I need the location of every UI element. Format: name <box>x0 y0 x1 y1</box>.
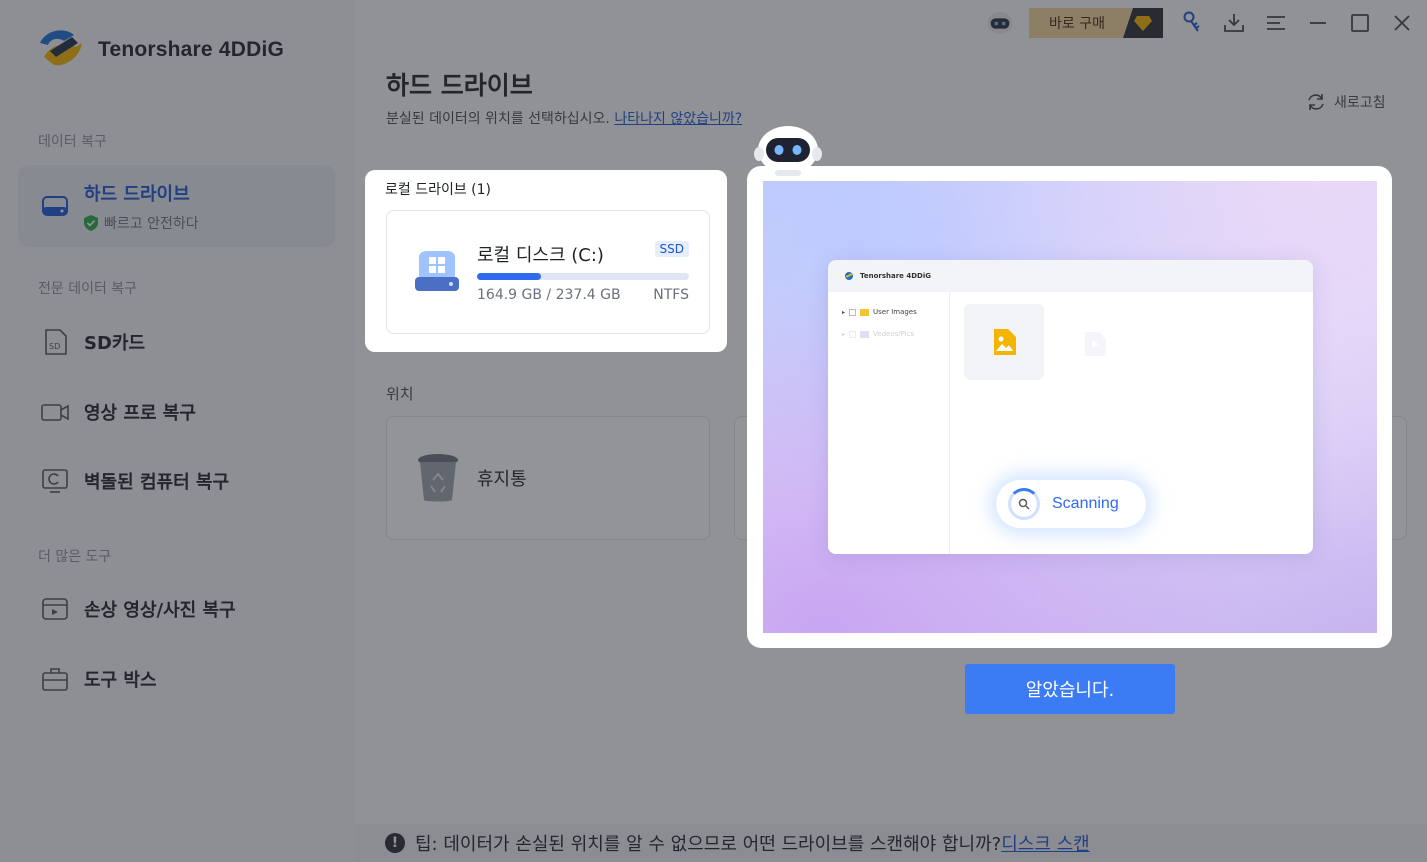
drive-usage-fill <box>477 273 541 280</box>
local-drives-highlight: 로컬 드라이브 (1) 로컬 디스크 (C:) SSD 164.9 GB / 2… <box>365 170 727 352</box>
local-disk-c-card[interactable]: 로컬 디스크 (C:) SSD 164.9 GB / 237.4 GB NTFS <box>386 210 710 334</box>
folder-icon <box>860 330 870 338</box>
scanning-text: Scanning <box>1052 495 1119 512</box>
local-drives-label: 로컬 드라이브 (1) <box>385 182 492 198</box>
drive-filesystem: NTFS <box>653 287 689 303</box>
mock-folder-row: ▸ User Images <box>842 308 917 316</box>
checkbox-icon <box>849 330 857 338</box>
robot-mascot-icon <box>754 126 822 176</box>
guide-illustration: Tenorshare 4DDiG ▸ User Images ▸ Vedeos/… <box>763 181 1377 633</box>
mock-folder-row: ▸ Vedeos/Pics <box>842 330 915 338</box>
mock-logo-icon <box>845 272 853 280</box>
scanning-indicator: Scanning <box>996 480 1146 528</box>
ssd-badge: SSD <box>654 241 689 257</box>
drive-size: 164.9 GB / 237.4 GB <box>477 287 621 303</box>
guide-popup: Tenorshare 4DDiG ▸ User Images ▸ Vedeos/… <box>747 166 1392 648</box>
mock-app-window: Tenorshare 4DDiG ▸ User Images ▸ Vedeos/… <box>828 260 1313 554</box>
mock-image-thumb <box>964 304 1044 380</box>
search-icon <box>1008 488 1040 520</box>
video-file-icon <box>1084 332 1106 360</box>
checkbox-icon <box>849 308 857 316</box>
folder-icon <box>860 308 870 316</box>
windows-drive-icon <box>415 251 459 291</box>
drive-usage-bar <box>477 273 689 280</box>
drive-name: 로컬 디스크 (C:) <box>477 245 604 266</box>
got-it-button[interactable]: 알았습니다. <box>965 664 1175 714</box>
mock-app-name: Tenorshare 4DDiG <box>860 272 931 280</box>
image-file-icon <box>994 329 1016 355</box>
